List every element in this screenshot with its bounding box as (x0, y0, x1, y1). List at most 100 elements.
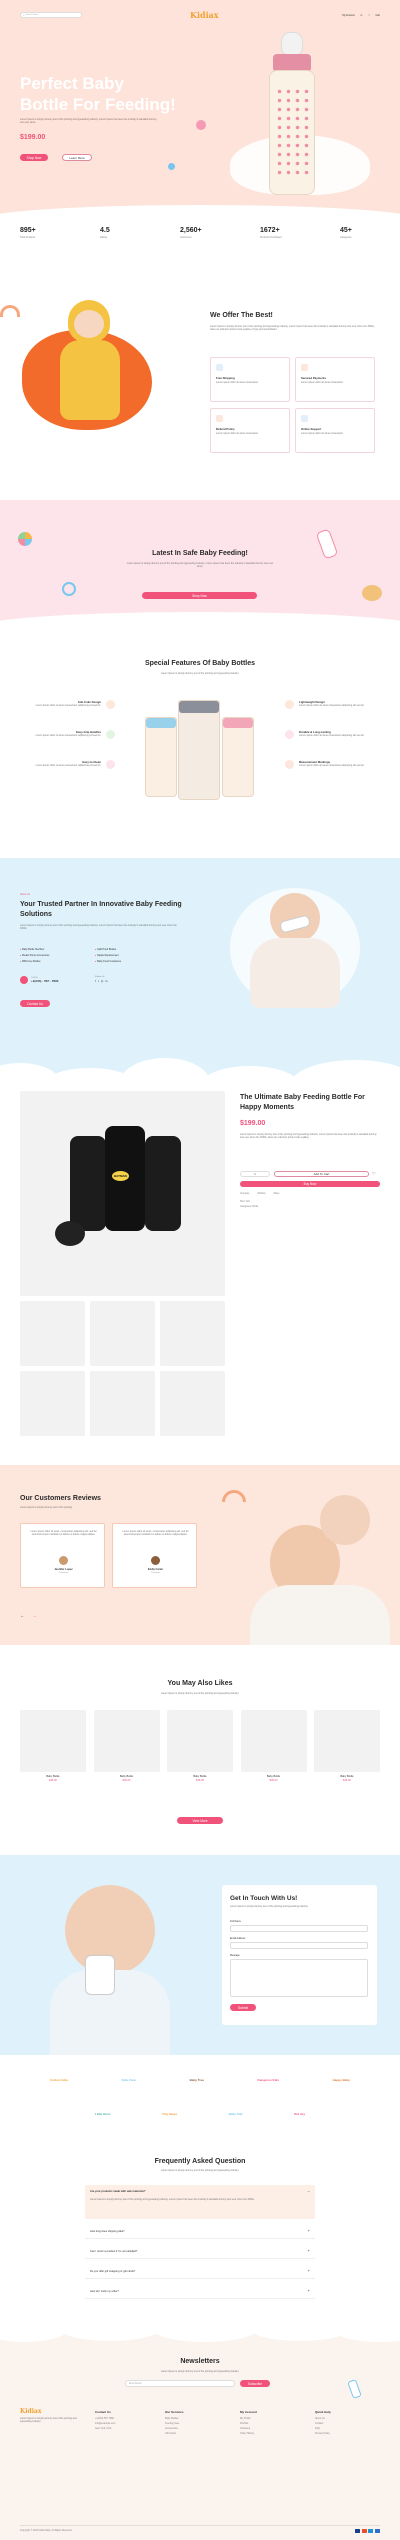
review-card: Lorem ipsum dolor sit amet, consectetur … (20, 1523, 105, 1588)
product-thumbnail[interactable] (160, 1301, 225, 1366)
add-to-cart-button[interactable]: Add To Cart (274, 1171, 369, 1177)
logo[interactable]: Kidiax (190, 10, 219, 20)
product-card[interactable]: Baby Bottle $35.00 (167, 1710, 233, 1782)
product-card[interactable]: Baby Bottle $35.00 (314, 1710, 380, 1782)
feature-icon (106, 730, 115, 739)
faq-item[interactable]: How long does shipping take? + (85, 2225, 315, 2239)
instagram-icon[interactable]: ◎ (101, 979, 104, 983)
product-thumbnail[interactable] (90, 1301, 155, 1366)
product-thumbnail[interactable] (160, 1371, 225, 1436)
account-link[interactable]: My Account (342, 14, 354, 17)
footer-link[interactable]: New York, USA (95, 2427, 155, 2430)
check-label: Breast Pump Accessories (22, 954, 50, 957)
footer-heading: Contact Us (95, 2410, 111, 2414)
learn-more-button[interactable]: Learn More (62, 154, 92, 161)
product-card-name: Baby Bottle (119, 1775, 134, 1778)
offer-card: Secured Payments Lorem ipsum dolor sit a… (295, 357, 375, 402)
phone-block: Call Us +1(234) - 567 - 7890 (20, 976, 58, 984)
qty-stepper[interactable]: 1 (240, 1171, 270, 1177)
faq-item[interactable]: Do you offer gift wrapping or gift cards… (85, 2265, 315, 2279)
review-text: Lorem ipsum dolor sit amet, consectetur … (122, 1530, 189, 1537)
wishlist-link[interactable]: Wishlist (257, 1193, 265, 1195)
search-box[interactable]: ⌕ Search Here ... (20, 12, 82, 18)
footer-contact: Contact Us +1(234) 567 7890 info@example… (95, 2410, 155, 2430)
learn-more-label: Learn More (69, 155, 85, 160)
stat-label: Products Purchased (260, 236, 282, 239)
message-field[interactable] (230, 1959, 368, 1997)
partner-baby-image (230, 883, 360, 1013)
view-more-button[interactable]: View More (177, 1817, 223, 1824)
faq-item[interactable]: How do I track my order? + (85, 2285, 315, 2299)
features-bottles (140, 695, 260, 805)
footer-link[interactable]: FAQ (315, 2427, 375, 2430)
faq-open-item[interactable]: Are your products made with safe materia… (85, 2185, 315, 2219)
footer-link[interactable]: About Us (315, 2417, 375, 2420)
footer-link[interactable]: Contact (315, 2422, 375, 2425)
footer-link[interactable]: Baby Bottles (165, 2417, 225, 2420)
contact-us-button[interactable]: Contact Us (20, 1000, 50, 1007)
feature-icon (285, 730, 294, 739)
product-thumbnail[interactable] (20, 1301, 85, 1366)
newsletter-email-input[interactable]: Enter Email (125, 2380, 235, 2387)
heart-icon[interactable]: ♡ (372, 1171, 376, 1176)
footer-link[interactable]: Accessories (165, 2427, 225, 2430)
bottle-decor (347, 2379, 362, 2399)
twitter-icon[interactable]: t (98, 979, 99, 983)
brand-logo: Kanguroo Kids (257, 2078, 280, 2082)
offer-card-desc: Lorem ipsum dolor sit amet consectetur. (216, 432, 259, 435)
stat-label: Rating (100, 236, 107, 239)
share-link[interactable]: Share (273, 1193, 279, 1195)
product-card-price: $35.00 (49, 1779, 57, 1782)
footer-link[interactable]: My Profile (240, 2417, 300, 2420)
subscribe-button[interactable]: Subscribe (240, 2380, 270, 2387)
product-card[interactable]: Baby Bottle $35.00 (20, 1710, 86, 1782)
contact-form-card: Get In Touch With Us! Lorem Ipsum is sim… (222, 1885, 377, 2025)
review-text: Lorem ipsum dolor sit amet, consectetur … (30, 1530, 97, 1537)
product-sku: SKU: N/A (240, 1201, 250, 1203)
footer-link[interactable]: Checkout (240, 2427, 300, 2430)
also-title: You May Also Likes (167, 1680, 233, 1687)
feature-desc: Lorem ipsum dolor sit amet consectetur a… (299, 764, 365, 767)
footer-logo[interactable]: Kidiax (20, 2408, 80, 2415)
compare-link[interactable]: Compare (240, 1193, 249, 1195)
footer-brand: Kidiax Lorem Ipsum is simply dummy text … (20, 2408, 80, 2424)
product-card-price: $35.00 (269, 1779, 278, 1782)
email-label: Email Address (230, 1937, 246, 1940)
footer-link[interactable]: Order History (240, 2432, 300, 2435)
feature-desc: Lorem ipsum dolor sit amet consectetur a… (35, 764, 101, 767)
prev-arrow-icon[interactable]: ← (20, 1613, 25, 1619)
shop-now-button[interactable]: Shop Now (20, 154, 48, 161)
copyright: Copyright © 2024 Kidiax Baby. All Rights… (20, 2530, 73, 2532)
cart-link[interactable]: Cart (375, 14, 380, 17)
buy-now-button[interactable]: Buy Now (240, 1181, 380, 1187)
faq-subtitle: Lorem Ipsum is simply dummy text of the … (160, 2169, 240, 2172)
faq-item[interactable]: Can I return a product if I'm not satisf… (85, 2245, 315, 2259)
phone-number[interactable]: +1(234) - 567 - 7890 (31, 979, 58, 983)
footer-link[interactable]: Gift Cards (165, 2432, 225, 2435)
footer-link[interactable]: info@example.com (95, 2422, 155, 2425)
facebook-icon[interactable]: f (95, 979, 96, 983)
next-arrow-icon[interactable]: → (32, 1613, 37, 1619)
footer-link[interactable]: Privacy Policy (315, 2432, 375, 2435)
latest-shop-button[interactable]: Shop Now (142, 592, 257, 599)
latest-wave (0, 612, 400, 630)
footer-link[interactable]: +1(234) 567 7890 (95, 2417, 155, 2420)
search-input[interactable]: Search Here ... (26, 14, 41, 16)
product-card[interactable]: Baby Bottle $35.00 (93, 1710, 160, 1782)
footer-link[interactable]: Feeding Sets (165, 2422, 225, 2425)
stat-value: 4.5 (100, 227, 110, 234)
user-icon[interactable]: ☺ (360, 13, 363, 17)
product-card[interactable]: Baby Bottle $35.00 (240, 1710, 307, 1782)
email-field[interactable] (230, 1942, 368, 1949)
product-thumbnail[interactable] (20, 1371, 85, 1436)
product-thumbnail[interactable] (90, 1371, 155, 1436)
plus-icon: + (307, 2248, 310, 2253)
name-field[interactable] (230, 1925, 368, 1932)
footer-link[interactable]: Wishlist (240, 2422, 300, 2425)
submit-button[interactable]: Submit (230, 2004, 256, 2011)
latest-title: Latest In Safe Baby Feeding! (152, 550, 248, 557)
linkedin-icon[interactable]: in (105, 979, 107, 983)
newsletter-title: Newsletters (180, 2358, 220, 2365)
heart-icon[interactable]: ♡ (368, 13, 371, 17)
brand-logo: Baby Star (228, 2112, 243, 2116)
